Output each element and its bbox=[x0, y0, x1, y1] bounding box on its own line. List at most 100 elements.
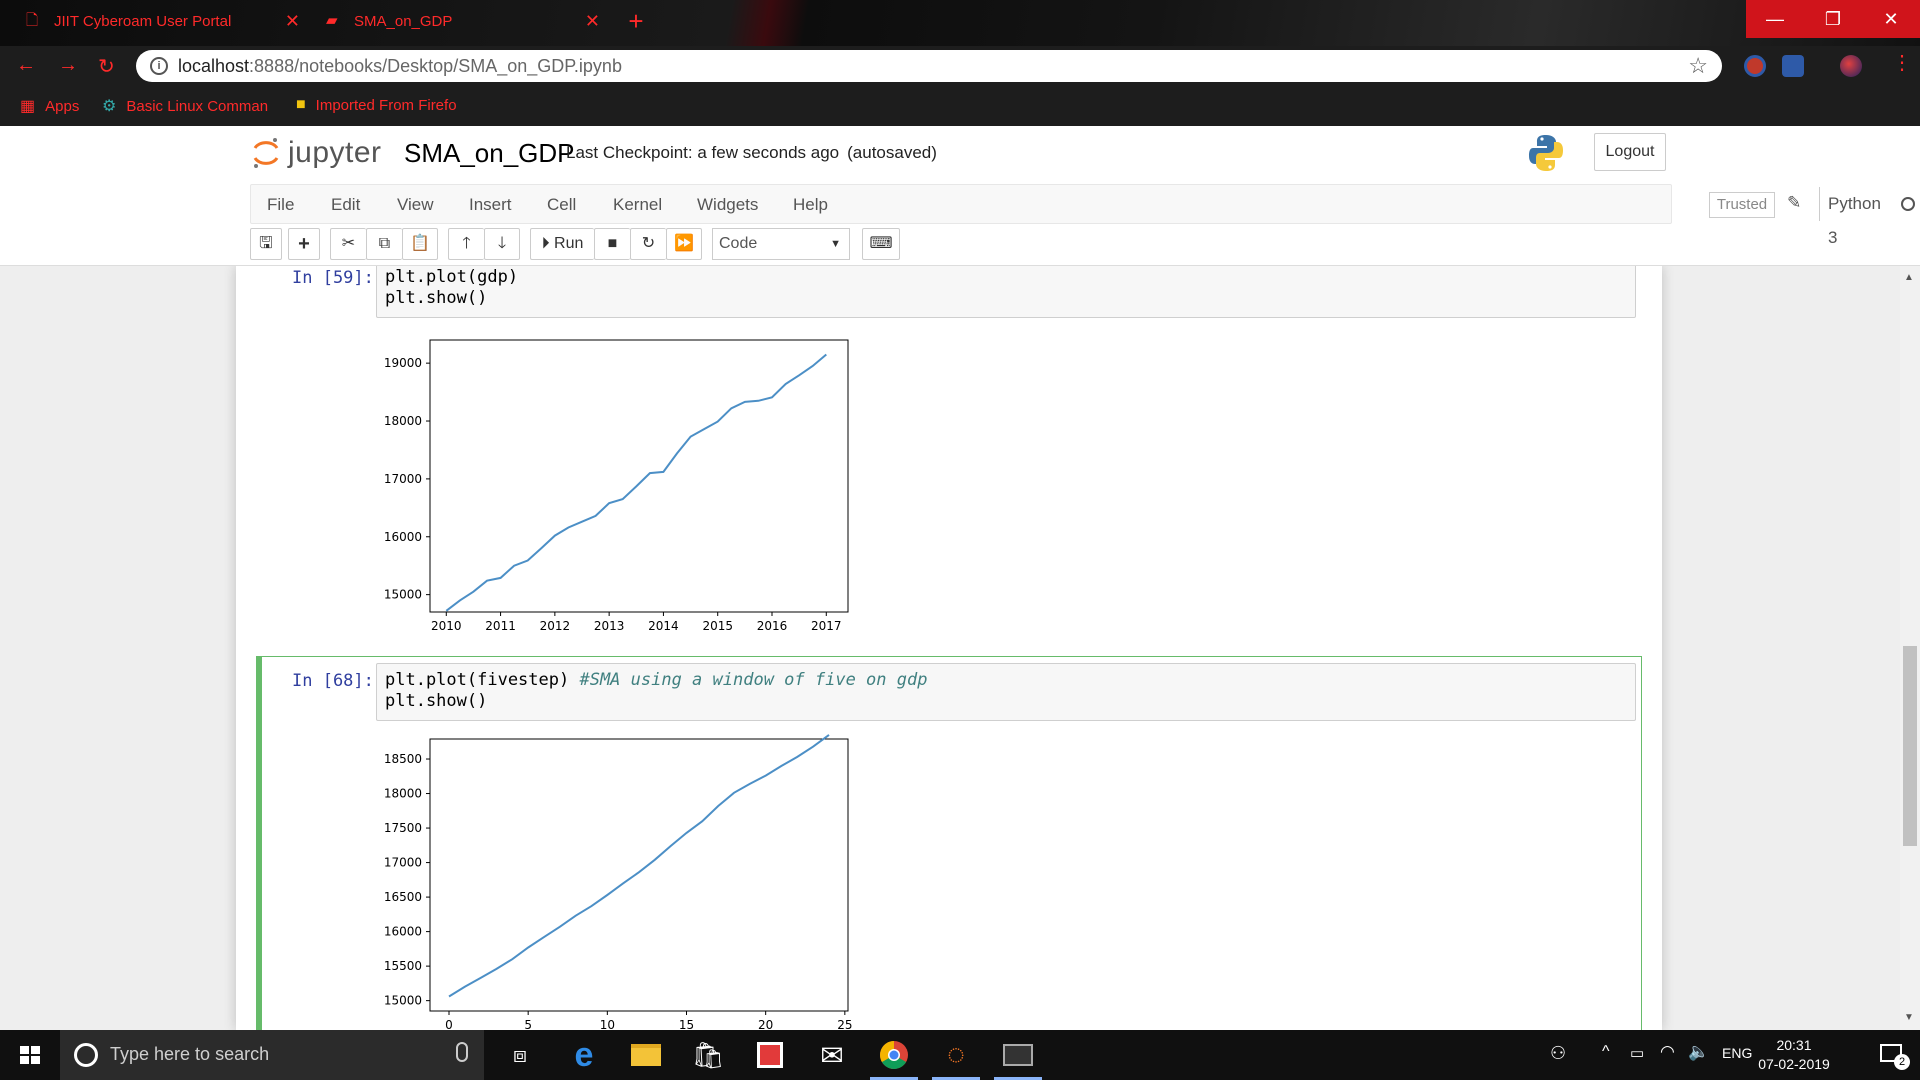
notebook-icon: ▰ bbox=[326, 12, 338, 29]
cell-prompt: In [68]: bbox=[292, 671, 374, 691]
browser-tab-cyberoam[interactable]: 🗋 JIIT Cyberoam User Portal ✕ bbox=[12, 0, 312, 42]
mail-icon: ✉ bbox=[820, 1039, 844, 1071]
bookmark-star-icon[interactable]: ☆ bbox=[1688, 53, 1708, 79]
file-explorer-button[interactable] bbox=[616, 1030, 676, 1080]
menu-cell[interactable]: Cell bbox=[547, 195, 576, 215]
reload-icon[interactable]: ↻ bbox=[98, 54, 115, 79]
extension-puzzle-icon[interactable] bbox=[1782, 55, 1804, 77]
trusted-badge[interactable]: Trusted bbox=[1709, 192, 1775, 218]
battery-icon[interactable]: ▭ bbox=[1630, 1044, 1644, 1062]
task-view-button[interactable]: ⧈ bbox=[490, 1030, 550, 1080]
y-tick-label: 16500 bbox=[384, 890, 422, 904]
sma-chart-svg: 0 5 10 15 20 25 15000 15500 16000 16500 17000 17500… bbox=[384, 734, 852, 1030]
back-arrow-icon[interactable]: ← bbox=[16, 54, 36, 77]
run-button[interactable]: ⏵ Run bbox=[530, 228, 594, 260]
kernel-name: Python 3 bbox=[1819, 187, 1881, 247]
sma-line-plot: 0 5 10 15 20 25 15000 15500 16000 16500 17000 17500… bbox=[384, 733, 1124, 1030]
action-center-button[interactable]: 2 bbox=[1862, 1030, 1920, 1080]
taskbar-search-box[interactable]: Type here to search bbox=[60, 1030, 484, 1080]
restart-button[interactable]: ↻ bbox=[630, 228, 666, 260]
page-scrollbar[interactable]: ▲ ▼ bbox=[1900, 266, 1920, 1030]
menu-kernel[interactable]: Kernel bbox=[613, 195, 662, 215]
code-cell-input[interactable]: plt.plot(gdp) plt.show() bbox=[376, 266, 1636, 318]
start-button[interactable] bbox=[0, 1030, 60, 1080]
taskbar-clock[interactable]: 20:31 07-02-2019 bbox=[1754, 1036, 1834, 1074]
bookmark-apps[interactable]: ▦ Apps bbox=[20, 96, 79, 116]
code-cell-selected[interactable]: In [68]: plt.plot(fivestep) #SMA using a… bbox=[256, 656, 1642, 1030]
scroll-up-arrow-icon[interactable]: ▲ bbox=[1904, 272, 1914, 283]
window-minimize-button[interactable]: — bbox=[1746, 0, 1804, 38]
x-tick-label: 5 bbox=[524, 1018, 532, 1030]
forward-arrow-icon[interactable]: → bbox=[58, 54, 78, 77]
volume-icon[interactable]: 🔈 bbox=[1688, 1042, 1709, 1062]
store-bag-icon: 🛍 bbox=[691, 1039, 725, 1070]
cut-button[interactable]: ✂ bbox=[330, 228, 366, 260]
menu-file[interactable]: File bbox=[267, 195, 294, 215]
command-palette-button[interactable]: ⌨ bbox=[862, 228, 900, 260]
tab-close-icon[interactable]: ✕ bbox=[285, 11, 300, 32]
code-line: plt.show() bbox=[385, 288, 488, 308]
interrupt-button[interactable]: ■ bbox=[594, 228, 630, 260]
jupyter-menubar: File Edit View Insert Cell Kernel Widget… bbox=[0, 182, 1920, 266]
paste-icon: 📋 bbox=[410, 235, 430, 252]
cell-type-select[interactable]: Code ▼ bbox=[712, 228, 850, 260]
menu-edit[interactable]: Edit bbox=[331, 195, 360, 215]
move-up-button[interactable]: 🡑 bbox=[448, 228, 484, 260]
new-tab-button[interactable]: + bbox=[622, 8, 650, 36]
arrow-down-icon: 🡓 bbox=[497, 235, 507, 252]
store-button[interactable]: 🛍 bbox=[678, 1030, 738, 1080]
chrome-button[interactable] bbox=[864, 1030, 924, 1080]
save-button[interactable]: 🖫 bbox=[250, 228, 282, 260]
insert-cell-button[interactable]: + bbox=[288, 228, 320, 260]
move-down-button[interactable]: 🡓 bbox=[484, 228, 520, 260]
chevron-down-icon: ▼ bbox=[830, 238, 841, 250]
jupyter-logo[interactable]: jupyter bbox=[252, 136, 382, 170]
y-tick-label: 17500 bbox=[384, 821, 422, 835]
wifi-icon[interactable]: ◠ bbox=[1660, 1042, 1675, 1062]
x-tick-label: 25 bbox=[837, 1018, 852, 1030]
address-bar[interactable]: i localhost:8888/notebooks/Desktop/SMA_o… bbox=[136, 50, 1722, 82]
info-icon[interactable]: i bbox=[150, 57, 168, 75]
bookmark-imported-folder[interactable]: ■ Imported From Firefo bbox=[296, 96, 457, 114]
browser-tab-sma-on-gdp[interactable]: ▰ SMA_on_GDP ✕ bbox=[312, 0, 612, 42]
jupyter-header: jupyter SMA_on_GDP Last Checkpoint: a fe… bbox=[0, 126, 1920, 182]
mail-button[interactable]: ✉ bbox=[802, 1030, 862, 1080]
terminal-button[interactable] bbox=[988, 1030, 1048, 1080]
chrome-menu-icon[interactable]: ⋮ bbox=[1892, 50, 1912, 75]
code-cell-input[interactable]: plt.plot(fivestep) #SMA using a window o… bbox=[376, 663, 1636, 721]
window-close-button[interactable]: ✕ bbox=[1862, 0, 1920, 38]
copy-button[interactable]: ⧉ bbox=[366, 228, 402, 260]
fast-forward-icon: ⏩ bbox=[674, 235, 694, 252]
paste-button[interactable]: 📋 bbox=[402, 228, 438, 260]
profile-avatar-icon[interactable] bbox=[1840, 55, 1862, 77]
bookmarks-bar: ▦ Apps ⚙ Basic Linux Comman ■ Imported F… bbox=[0, 84, 1920, 126]
language-indicator[interactable]: ENG bbox=[1722, 1045, 1752, 1061]
menu-help[interactable]: Help bbox=[793, 195, 828, 215]
y-tick-label: 19000 bbox=[384, 356, 422, 370]
menu-widgets[interactable]: Widgets bbox=[697, 195, 758, 215]
bookmark-basic-linux[interactable]: ⚙ Basic Linux Comman bbox=[102, 96, 268, 116]
copy-icon: ⧉ bbox=[378, 235, 391, 252]
window-maximize-button[interactable]: ❐ bbox=[1804, 0, 1862, 38]
notebook-name[interactable]: SMA_on_GDP bbox=[404, 138, 575, 169]
chevron-up-icon[interactable]: ^ bbox=[1602, 1043, 1610, 1061]
tab-close-icon[interactable]: ✕ bbox=[585, 11, 600, 32]
browser-toolbar: ← → ↻ i localhost:8888/notebooks/Desktop… bbox=[0, 46, 1920, 84]
edge-button[interactable]: e bbox=[554, 1030, 614, 1080]
tab-title: SMA_on_GDP bbox=[354, 12, 453, 30]
menu-insert[interactable]: Insert bbox=[469, 195, 512, 215]
gift-app-button[interactable] bbox=[740, 1030, 800, 1080]
microphone-icon[interactable] bbox=[456, 1042, 468, 1062]
url-text: localhost:8888/notebooks/Desktop/SMA_on_… bbox=[178, 56, 622, 76]
python-logo-icon bbox=[1529, 135, 1563, 171]
people-icon[interactable]: ⚇ bbox=[1550, 1043, 1566, 1064]
restart-run-all-button[interactable]: ⏩ bbox=[666, 228, 702, 260]
scroll-down-arrow-icon[interactable]: ▼ bbox=[1904, 1012, 1914, 1023]
extension-shield-icon[interactable] bbox=[1744, 55, 1766, 77]
x-tick-label: 2011 bbox=[485, 619, 516, 632]
logout-button[interactable]: Logout bbox=[1594, 133, 1666, 171]
edit-pencil-icon[interactable]: ✎ bbox=[1787, 193, 1801, 213]
menu-view[interactable]: View bbox=[397, 195, 434, 215]
scrollbar-thumb[interactable] bbox=[1903, 646, 1917, 846]
jupyter-taskbar-button[interactable]: ◌ bbox=[926, 1030, 986, 1080]
